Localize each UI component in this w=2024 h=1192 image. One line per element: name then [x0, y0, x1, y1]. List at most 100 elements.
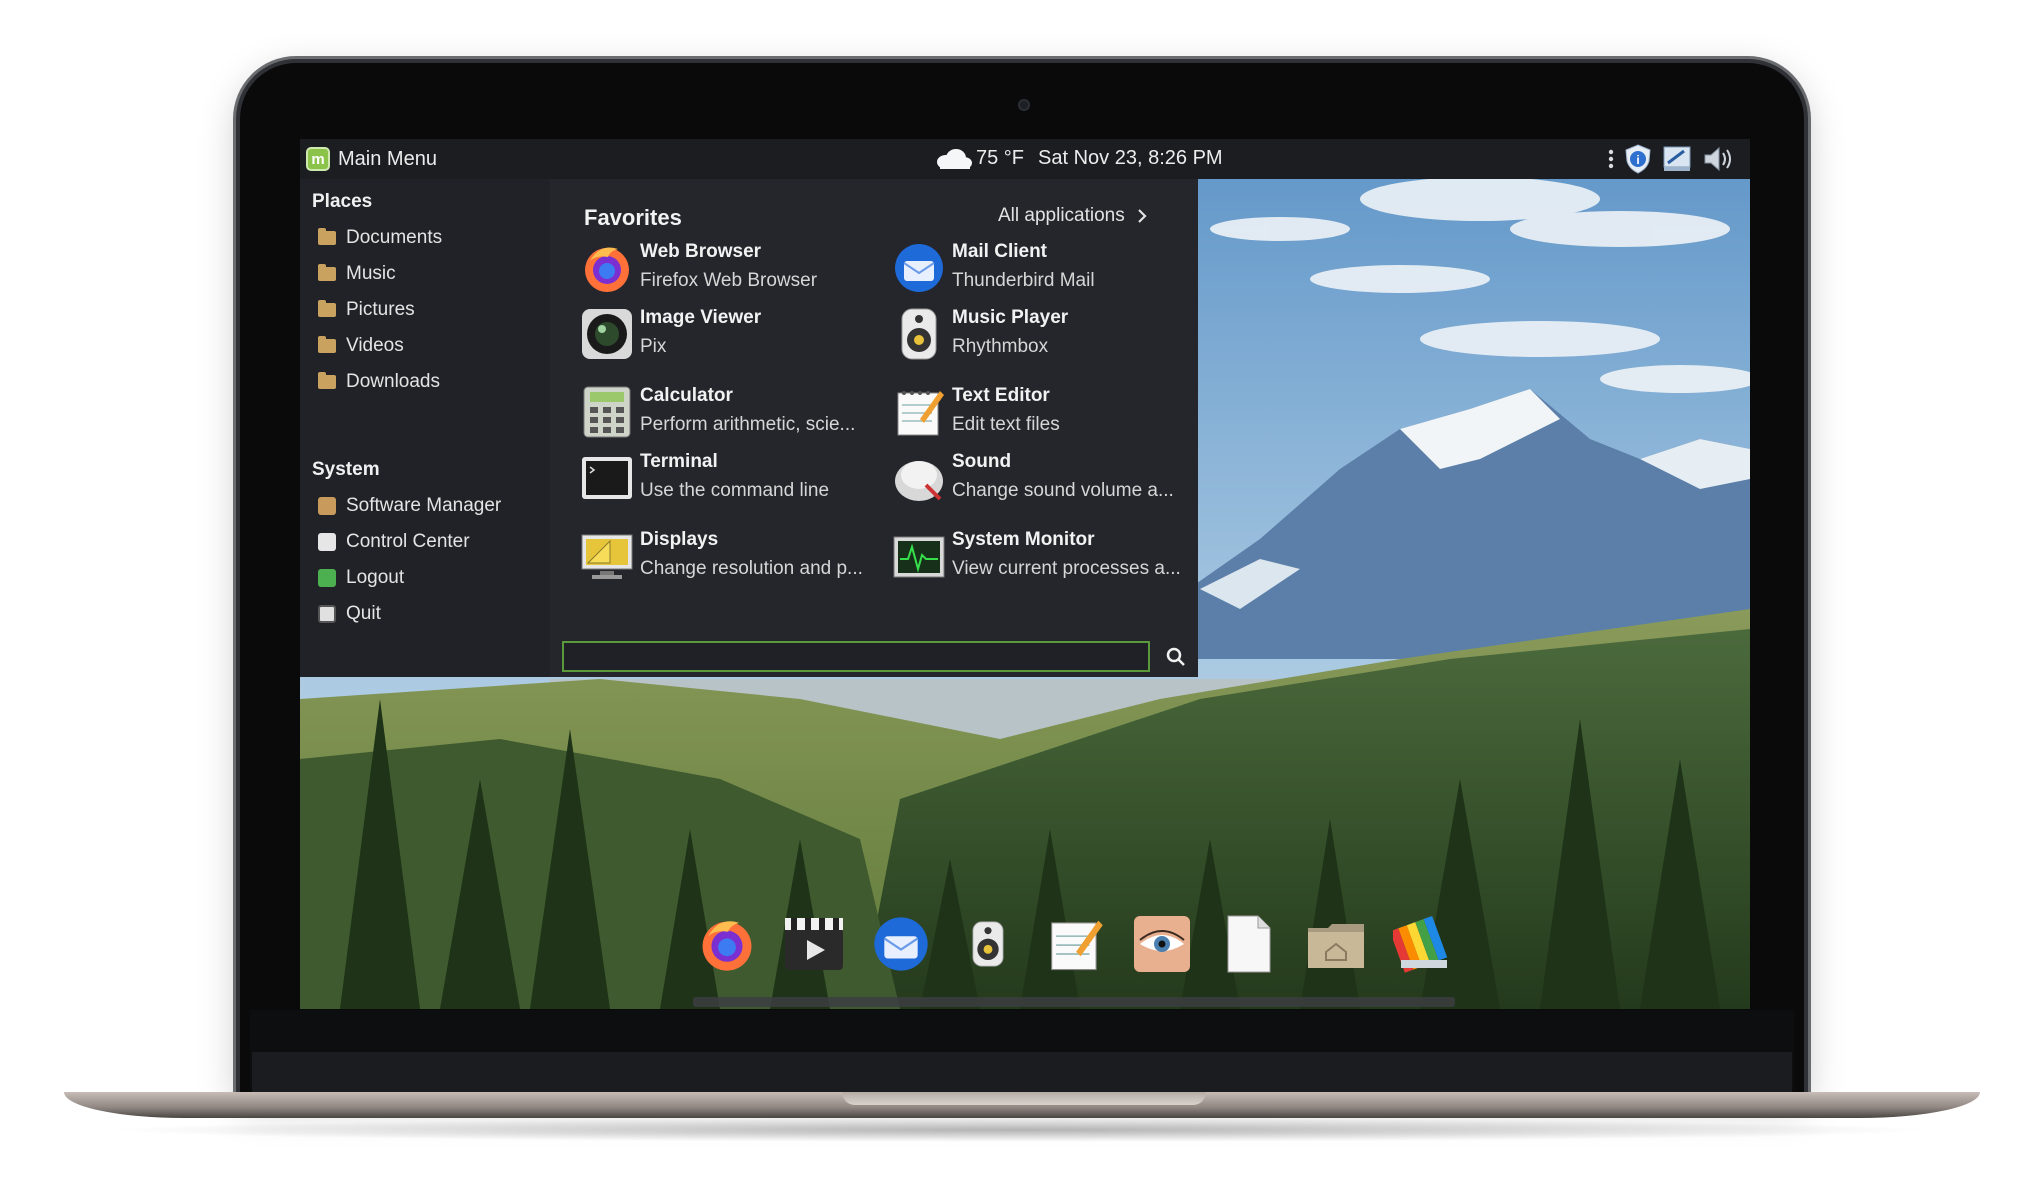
firefox-icon — [702, 921, 752, 971]
app-system-monitor[interactable]: System Monitor View current processes a.… — [892, 525, 1192, 589]
app-name: Web Browser — [640, 241, 762, 262]
camera-lens-icon — [582, 309, 632, 359]
main-menu-button[interactable]: m Main Menu — [306, 147, 437, 171]
app-description: Perform arithmetic, scie... — [640, 414, 856, 435]
place-label: Videos — [346, 335, 404, 356]
system-logout[interactable]: Logout — [318, 567, 404, 589]
speaker-icon — [972, 921, 1004, 967]
app-terminal[interactable]: Terminal Use the command line — [580, 447, 880, 511]
app-name: Calculator — [640, 385, 733, 406]
app-calculator[interactable]: Calculator Perform arithmetic, scie... — [580, 381, 880, 445]
dock-rhythmbox[interactable] — [957, 913, 1019, 975]
app-description: View current processes a... — [952, 558, 1181, 579]
all-applications-button[interactable]: All applications — [998, 205, 1147, 227]
notepad-icon — [897, 391, 944, 436]
sound-icon — [895, 461, 943, 501]
logout-icon — [318, 569, 336, 587]
system-label: Logout — [346, 567, 405, 588]
place-downloads[interactable]: Downloads — [318, 371, 440, 393]
app-description: Pix — [640, 336, 667, 357]
folder-icon — [318, 228, 336, 245]
chevron-right-icon — [1137, 209, 1147, 223]
app-name: Sound — [952, 451, 1012, 472]
app-web-browser[interactable]: Web Browser Firefox Web Browser — [580, 237, 880, 301]
video-player-icon — [785, 918, 843, 970]
home-folder-icon — [1308, 924, 1364, 968]
volume-icon[interactable] — [1702, 144, 1736, 174]
app-text-editor[interactable]: Text Editor Edit text files — [892, 381, 1192, 445]
system-tray: i — [1608, 144, 1736, 174]
laptop-chin — [252, 1052, 1792, 1092]
date-time: Sat Nov 23, 8:26 PM — [1038, 147, 1223, 169]
app-description: Change sound volume a... — [952, 480, 1174, 501]
place-videos[interactable]: Videos — [318, 335, 404, 357]
app-description: Use the command line — [640, 480, 830, 501]
mint-logo-icon: m — [306, 147, 330, 171]
system-label: Control Center — [346, 531, 470, 552]
svg-text:i: i — [1636, 153, 1639, 167]
place-label: Pictures — [346, 299, 415, 320]
color-palette-icon — [1393, 915, 1448, 973]
app-description: Change resolution and p... — [640, 558, 863, 579]
place-documents[interactable]: Documents — [318, 227, 442, 249]
place-label: Documents — [346, 227, 443, 248]
search-input[interactable] — [562, 641, 1150, 672]
terminal-icon — [582, 457, 632, 499]
app-name: Mail Client — [952, 241, 1048, 262]
app-name: System Monitor — [952, 529, 1095, 550]
app-sound[interactable]: Sound Change sound volume a... — [892, 447, 1192, 511]
top-panel: m Main Menu 75 °F Sat Nov 23, 8:26 PM i — [300, 139, 1750, 179]
app-name: Terminal — [640, 451, 718, 472]
app-mail-client[interactable]: Mail Client Thunderbird Mail — [892, 237, 1192, 301]
favorites-heading: Favorites — [584, 205, 682, 230]
app-name: Text Editor — [952, 385, 1050, 406]
place-music[interactable]: Music — [318, 263, 396, 285]
folder-icon — [318, 336, 336, 353]
start-menu: Places Documents Music Pictures Videos D… — [300, 179, 1198, 677]
dock-text-editor[interactable] — [1044, 913, 1106, 975]
dock-eye-app[interactable] — [1131, 913, 1193, 975]
system-software-manager[interactable]: Software Manager — [318, 495, 501, 517]
system-label: Software Manager — [346, 495, 502, 516]
dock-document[interactable] — [1218, 913, 1280, 975]
folder-icon — [318, 300, 336, 317]
cloud-icon — [937, 148, 972, 169]
app-description: Rhythmbox — [952, 336, 1049, 357]
thunderbird-icon — [874, 917, 928, 971]
dock-background — [693, 997, 1455, 1007]
system-quit[interactable]: Quit — [318, 603, 381, 625]
laptop-opening-notch — [842, 1092, 1206, 1105]
system-label: Quit — [346, 603, 381, 624]
displays-icon — [581, 534, 633, 579]
main-menu-label: Main Menu — [338, 147, 437, 170]
calculator-icon — [583, 386, 631, 438]
network-icon[interactable] — [1662, 145, 1692, 173]
dock-firefox[interactable] — [696, 913, 758, 975]
system-heading: System — [312, 459, 380, 480]
app-music-player[interactable]: Music Player Rhythmbox — [892, 303, 1192, 367]
app-description: Edit text files — [952, 414, 1060, 435]
dock-color-palette[interactable] — [1392, 913, 1454, 975]
place-pictures[interactable]: Pictures — [318, 299, 415, 321]
dock-home-folder[interactable] — [1305, 913, 1367, 975]
app-displays[interactable]: Displays Change resolution and p... — [580, 525, 880, 589]
speaker-icon — [901, 308, 937, 360]
dock-video-player[interactable] — [783, 913, 845, 975]
system-monitor-icon — [893, 536, 945, 578]
control-center-icon — [318, 533, 336, 551]
app-description: Thunderbird Mail — [952, 270, 1095, 291]
text-editor-icon — [1051, 920, 1103, 971]
shield-icon[interactable]: i — [1624, 144, 1652, 174]
firefox-icon — [585, 247, 629, 292]
app-name: Music Player — [952, 307, 1069, 328]
clock-area[interactable]: 75 °F Sat Nov 23, 8:26 PM — [936, 147, 1223, 170]
more-icon[interactable] — [1608, 148, 1614, 170]
software-manager-icon — [318, 497, 336, 515]
search-icon[interactable] — [1164, 645, 1188, 669]
place-label: Music — [346, 263, 396, 284]
app-description: Firefox Web Browser — [640, 270, 818, 291]
app-image-viewer[interactable]: Image Viewer Pix — [580, 303, 880, 367]
system-control-center[interactable]: Control Center — [318, 531, 470, 553]
dock-thunderbird[interactable] — [870, 913, 932, 975]
laptop-frame: m Main Menu 75 °F Sat Nov 23, 8:26 PM i … — [0, 0, 2024, 1192]
